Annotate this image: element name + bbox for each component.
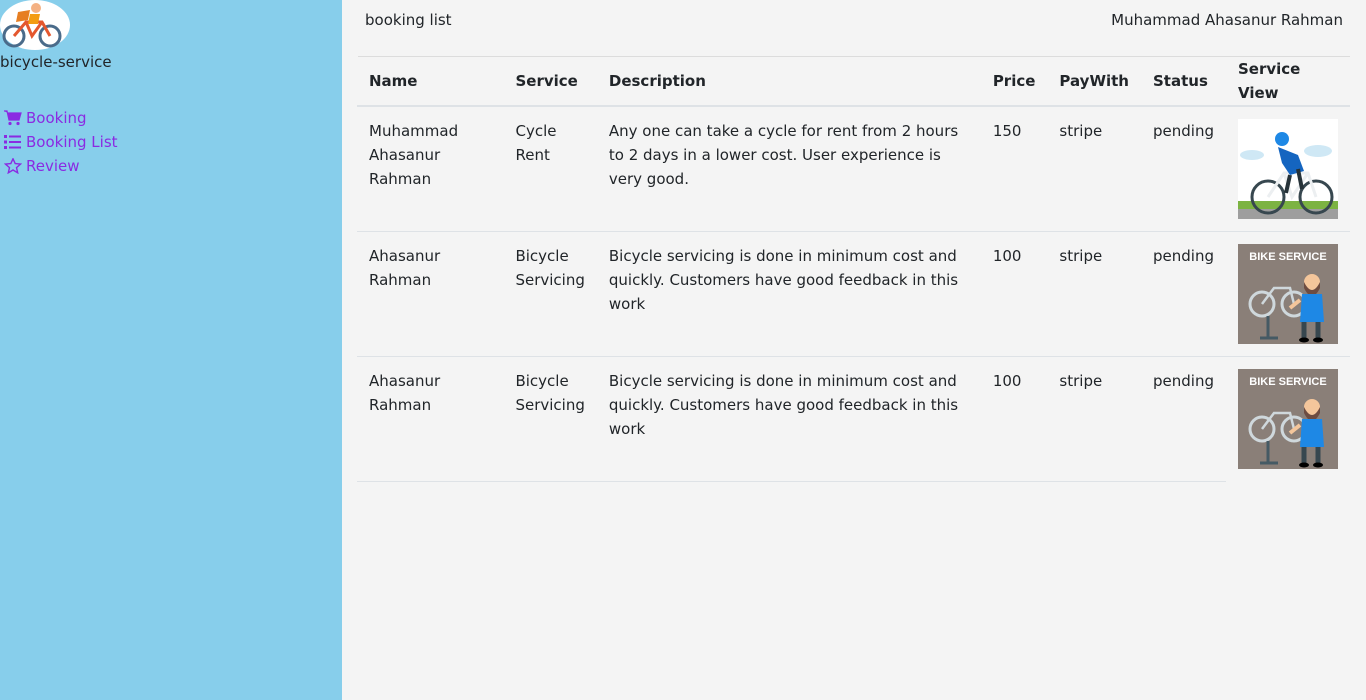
image-caption: BIKE SERVICE: [1249, 376, 1326, 388]
booking-table: Name Service Description Price PayWith S…: [357, 57, 1350, 482]
cyclist-image: [1238, 119, 1338, 219]
cell-paywith: stripe: [1047, 106, 1141, 232]
sidebar: bicycle-service Booking Booking List Rev…: [0, 0, 342, 700]
brand-name: bicycle-service: [0, 53, 112, 71]
sidebar-item-label: Review: [26, 157, 80, 175]
cell-paywith: stripe: [1047, 231, 1141, 357]
table-row: Muhammad Ahasanur Rahman Cycle Rent Any …: [357, 106, 1350, 232]
column-header-service-view: Service View: [1226, 57, 1350, 107]
bicycle-logo[interactable]: [0, 0, 70, 50]
table-row: Ahasanur Rahman Bicycle Servicing Bicycl…: [357, 231, 1350, 357]
bike-service-image: BIKE SERVICE: [1238, 244, 1338, 344]
sidebar-item-label: Booking: [26, 109, 87, 127]
column-header-price: Price: [980, 57, 1048, 107]
table-header-row: Name Service Description Price PayWith S…: [357, 57, 1350, 107]
cell-description: Bicycle servicing is done in minimum cos…: [596, 356, 981, 482]
cell-service-view: [1226, 106, 1350, 232]
sidebar-item-review[interactable]: Review: [4, 154, 118, 178]
cell-name: Ahasanur Rahman: [357, 356, 504, 482]
cell-name: Muhammad Ahasanur Rahman: [357, 106, 504, 232]
cell-price: 150: [980, 106, 1048, 232]
cell-service-view: BIKE SERVICE: [1226, 357, 1350, 482]
sidebar-item-booking-list[interactable]: Booking List: [4, 130, 118, 154]
cell-description: Any one can take a cycle for rent from 2…: [596, 106, 981, 232]
page-title: booking list: [365, 11, 452, 29]
cell-price: 100: [980, 356, 1048, 482]
main-content: booking list Muhammad Ahasanur Rahman Na…: [342, 0, 1366, 700]
bike-service-image: BIKE SERVICE: [1238, 369, 1338, 469]
image-caption: BIKE SERVICE: [1249, 251, 1326, 263]
sidebar-nav: Booking Booking List Review: [4, 106, 118, 178]
cell-service: Bicycle Servicing: [503, 356, 597, 482]
star-icon: [4, 158, 22, 174]
column-header-service: Service: [503, 57, 597, 107]
cell-status: pending: [1141, 356, 1226, 482]
user-name: Muhammad Ahasanur Rahman: [1111, 11, 1343, 29]
column-header-description: Description: [596, 57, 981, 107]
cell-status: pending: [1141, 106, 1226, 232]
cell-price: 100: [980, 231, 1048, 357]
sidebar-item-label: Booking List: [26, 133, 118, 151]
cell-description: Bicycle servicing is done in minimum cos…: [596, 231, 981, 357]
cell-service-view: BIKE SERVICE: [1226, 231, 1350, 357]
list-icon: [4, 135, 21, 149]
column-header-paywith: PayWith: [1047, 57, 1141, 107]
cell-service: Bicycle Servicing: [503, 231, 597, 357]
top-bar: booking list Muhammad Ahasanur Rahman: [342, 0, 1366, 42]
table-row: Ahasanur Rahman Bicycle Servicing Bicycl…: [357, 356, 1350, 482]
cell-service: Cycle Rent: [503, 106, 597, 232]
cell-name: Ahasanur Rahman: [357, 231, 504, 357]
column-header-status: Status: [1141, 57, 1226, 107]
cell-status: pending: [1141, 231, 1226, 357]
sidebar-item-booking[interactable]: Booking: [4, 106, 118, 130]
column-header-name: Name: [357, 57, 504, 107]
cell-paywith: stripe: [1047, 356, 1141, 482]
cart-icon: [4, 110, 22, 126]
